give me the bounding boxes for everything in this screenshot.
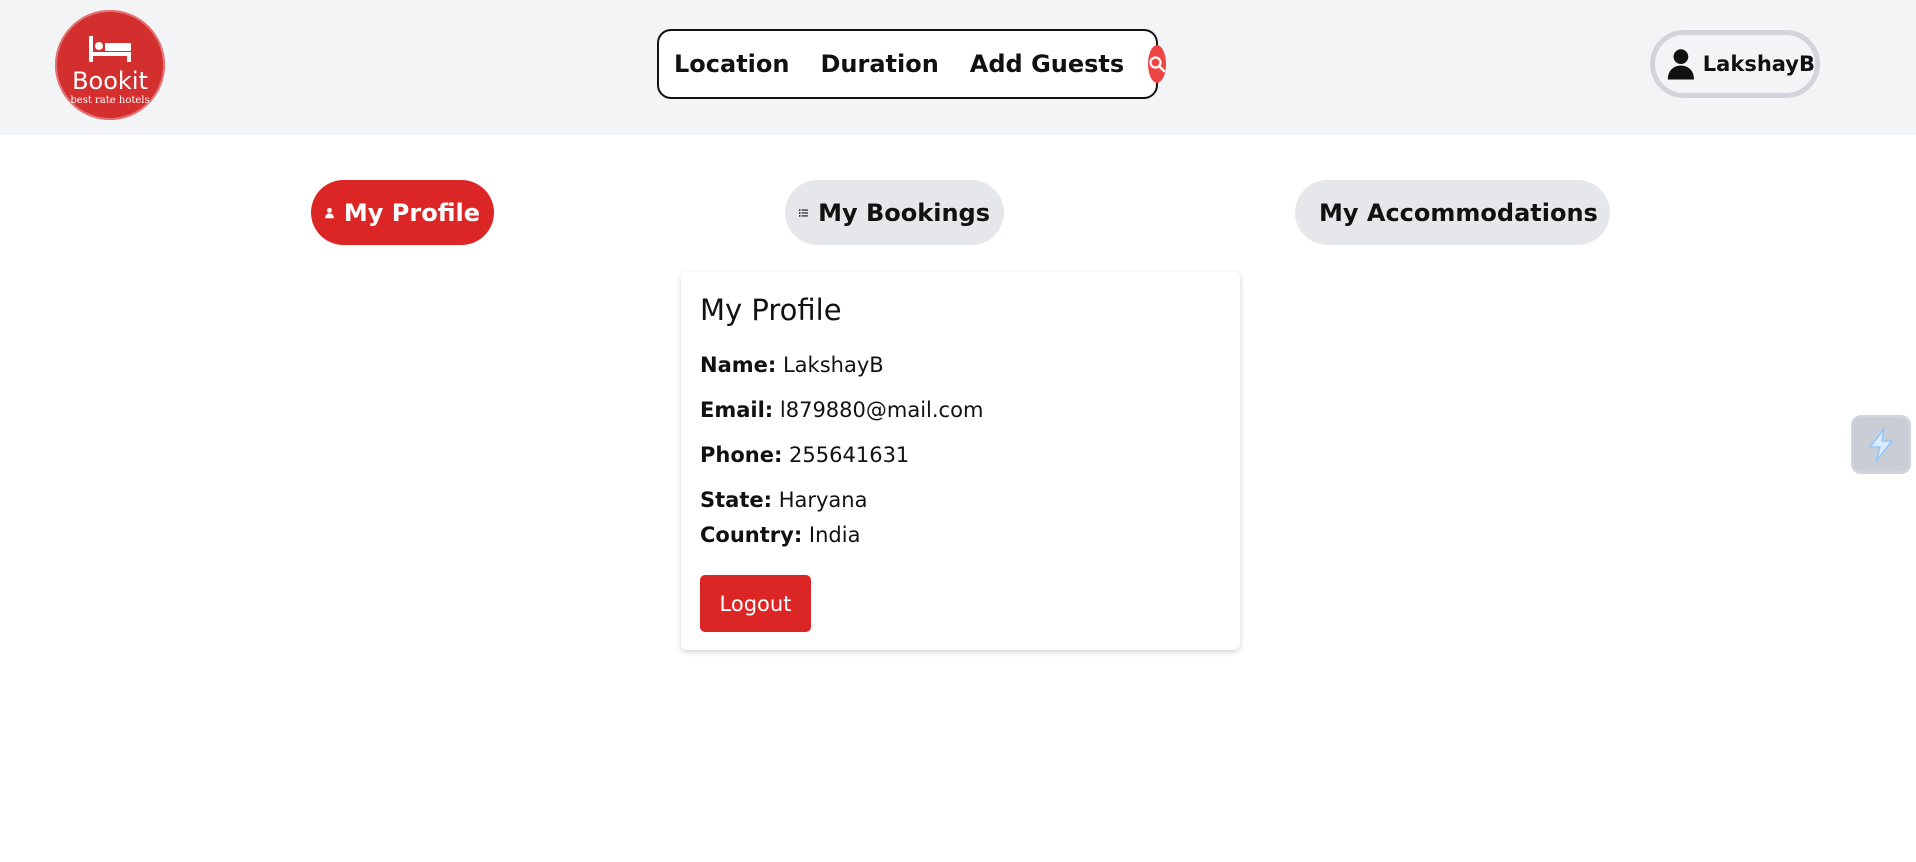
field-label: State: [700,488,773,512]
logout-button[interactable]: Logout [700,575,811,632]
logo-tagline: best rate hotels [70,95,150,106]
lightning-icon [1869,427,1893,462]
search-bar: Location Duration Add Guests [657,29,1167,99]
profile-card: My Profile Name: LakshayB Email: l879880… [681,272,1240,650]
tab-label: My Accommodations [1319,198,1598,227]
bed-icon [89,36,131,62]
state-field: State: Haryana [700,488,867,512]
duration-filter[interactable]: Duration [820,50,938,78]
phone-field: Phone: 255641631 [700,443,909,467]
tab-label: My Profile [343,198,480,227]
email-field: Email: l879880@mail.com [700,398,983,422]
list-icon [799,208,809,217]
user-name: LakshayB [1702,52,1815,76]
logo-name: Bookit [72,67,148,95]
field-label: Phone: [700,443,783,467]
field-value: l879880@mail.com [779,398,984,422]
user-icon [325,207,334,218]
field-value: Haryana [778,488,868,512]
field-value: 255641631 [789,443,910,467]
profile-title: My Profile [700,293,842,327]
bookit-logo[interactable]: Bookit best rate hotels [55,10,165,120]
tab-my-profile[interactable]: My Profile [311,180,494,245]
field-label: Email: [700,398,774,422]
search-button[interactable] [1148,45,1167,83]
top-header: Bookit best rate hotels Location Duratio… [0,0,1916,135]
field-value: LakshayB [782,353,884,377]
country-field: Country: India [700,523,860,547]
name-field: Name: LakshayB [700,353,884,377]
tab-label: My Bookings [818,198,990,227]
location-filter[interactable]: Location [674,50,789,78]
user-icon [1667,49,1694,80]
user-menu-button[interactable]: LakshayB [1650,30,1820,98]
field-label: Country: [700,523,803,547]
floating-assistant-button[interactable] [1851,415,1911,474]
add-guests-filter[interactable]: Add Guests [970,50,1124,78]
field-value: India [808,523,861,547]
tab-my-accommodations[interactable]: My Accommodations [1295,180,1610,245]
search-icon [1149,56,1166,73]
field-label: Name: [700,353,777,377]
tab-my-bookings[interactable]: My Bookings [785,180,1004,245]
